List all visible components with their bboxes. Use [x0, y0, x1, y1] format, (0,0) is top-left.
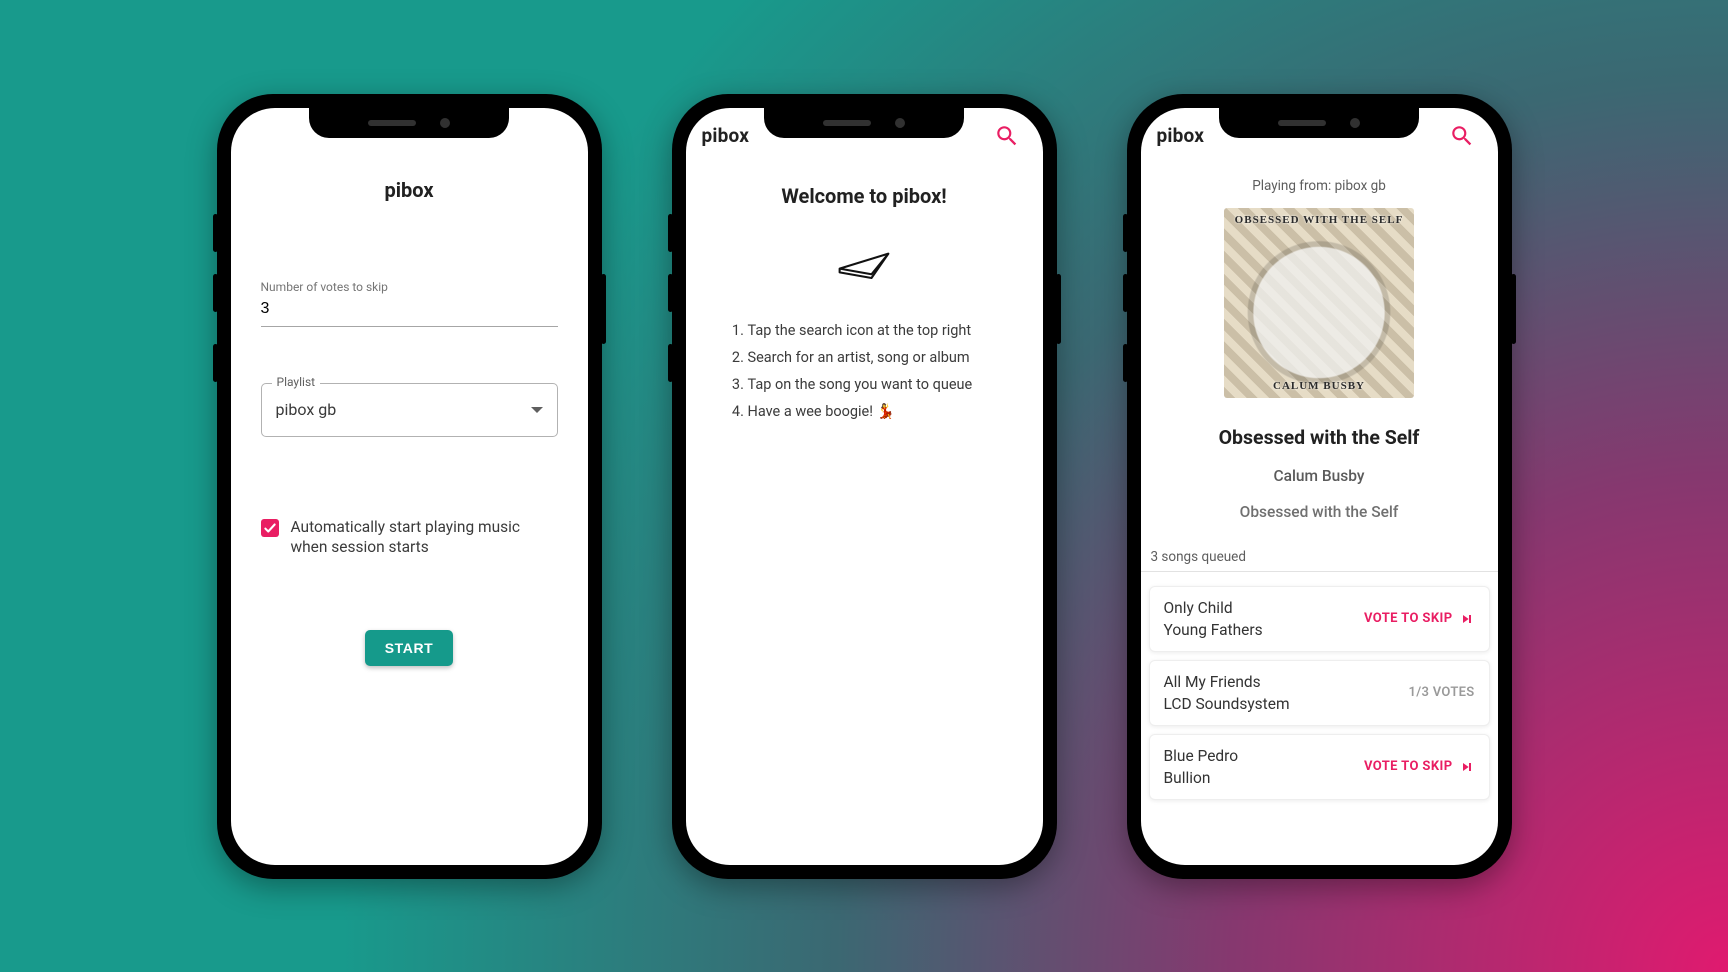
skip-next-icon — [1459, 611, 1475, 627]
playlist-select[interactable]: Playlist pibox gb — [261, 383, 558, 437]
votes-input[interactable] — [261, 294, 558, 327]
pie-icon — [722, 238, 1007, 292]
welcome-step: Tap the search icon at the top right — [748, 322, 1007, 339]
queue-item: All My Friends LCD Soundsystem 1/3 VOTES — [1149, 660, 1490, 726]
queue-item: Only Child Young Fathers VOTE TO SKIP — [1149, 586, 1490, 652]
checkbox-checked-icon — [261, 519, 279, 537]
screen: pibox Number of votes to skip Playlist p… — [231, 108, 588, 865]
phone-notch — [764, 108, 964, 138]
phone-welcome: pibox Welcome to pibox! Tap the search i… — [672, 94, 1057, 879]
phone-now-playing: pibox Playing from: pibox gb OBSESSED WI… — [1127, 94, 1512, 879]
page-title: pibox — [261, 178, 558, 202]
search-button[interactable] — [1442, 116, 1482, 156]
search-icon — [994, 123, 1020, 149]
queue-artist: Young Fathers — [1164, 621, 1263, 639]
playlist-label: Playlist — [272, 375, 321, 389]
phone-notch — [1219, 108, 1419, 138]
queue-list: Only Child Young Fathers VOTE TO SKIP All M… — [1141, 571, 1498, 865]
autoplay-label: Automatically start playing music when s… — [291, 517, 558, 559]
chevron-down-icon — [531, 407, 543, 413]
votes-field[interactable]: Number of votes to skip — [261, 280, 558, 327]
queue-song: All My Friends — [1164, 673, 1290, 691]
skip-next-icon — [1459, 759, 1475, 775]
album-art-bottom-text: CALUM BUSBY — [1224, 380, 1414, 392]
vote-label: VOTE TO SKIP — [1364, 611, 1453, 626]
phone-settings: pibox Number of votes to skip Playlist p… — [217, 94, 602, 879]
queue-artist: Bullion — [1164, 769, 1239, 787]
vote-to-skip-button[interactable]: VOTE TO SKIP — [1364, 759, 1475, 775]
track-album: Obsessed with the Self — [1141, 503, 1498, 521]
brand: pibox — [1157, 124, 1205, 147]
votes-label: Number of votes to skip — [261, 280, 558, 294]
search-button[interactable] — [987, 116, 1027, 156]
track-title: Obsessed with the Self — [1141, 426, 1498, 449]
queue-song: Blue Pedro — [1164, 747, 1239, 765]
album-art: OBSESSED WITH THE SELF CALUM BUSBY — [1224, 208, 1414, 398]
queue-item: Blue Pedro Bullion VOTE TO SKIP — [1149, 734, 1490, 800]
start-button[interactable]: START — [365, 630, 454, 666]
screen: pibox Welcome to pibox! Tap the search i… — [686, 108, 1043, 865]
vote-count-label: 1/3 VOTES — [1409, 685, 1475, 700]
autoplay-toggle[interactable]: Automatically start playing music when s… — [261, 517, 558, 559]
welcome-title: Welcome to pibox! — [722, 184, 1007, 208]
phone-notch — [309, 108, 509, 138]
album-art-top-text: OBSESSED WITH THE SELF — [1224, 214, 1414, 226]
welcome-steps: Tap the search icon at the top right Sear… — [722, 322, 1007, 420]
welcome-step: Have a wee boogie! 💃 — [748, 403, 1007, 420]
screen: pibox Playing from: pibox gb OBSESSED WI… — [1141, 108, 1498, 865]
welcome-step: Tap on the song you want to queue — [748, 376, 1007, 393]
queue-song: Only Child — [1164, 599, 1263, 617]
queue-artist: LCD Soundsystem — [1164, 695, 1290, 713]
playing-from-label: Playing from: pibox gb — [1141, 178, 1498, 194]
vote-to-skip-button[interactable]: VOTE TO SKIP — [1364, 611, 1475, 627]
welcome-step: Search for an artist, song or album — [748, 349, 1007, 366]
track-artist: Calum Busby — [1141, 467, 1498, 485]
queue-count-label: 3 songs queued — [1141, 549, 1498, 565]
search-icon — [1449, 123, 1475, 149]
brand: pibox — [702, 124, 750, 147]
playlist-selected: pibox gb — [276, 400, 337, 419]
vote-label: VOTE TO SKIP — [1364, 759, 1453, 774]
